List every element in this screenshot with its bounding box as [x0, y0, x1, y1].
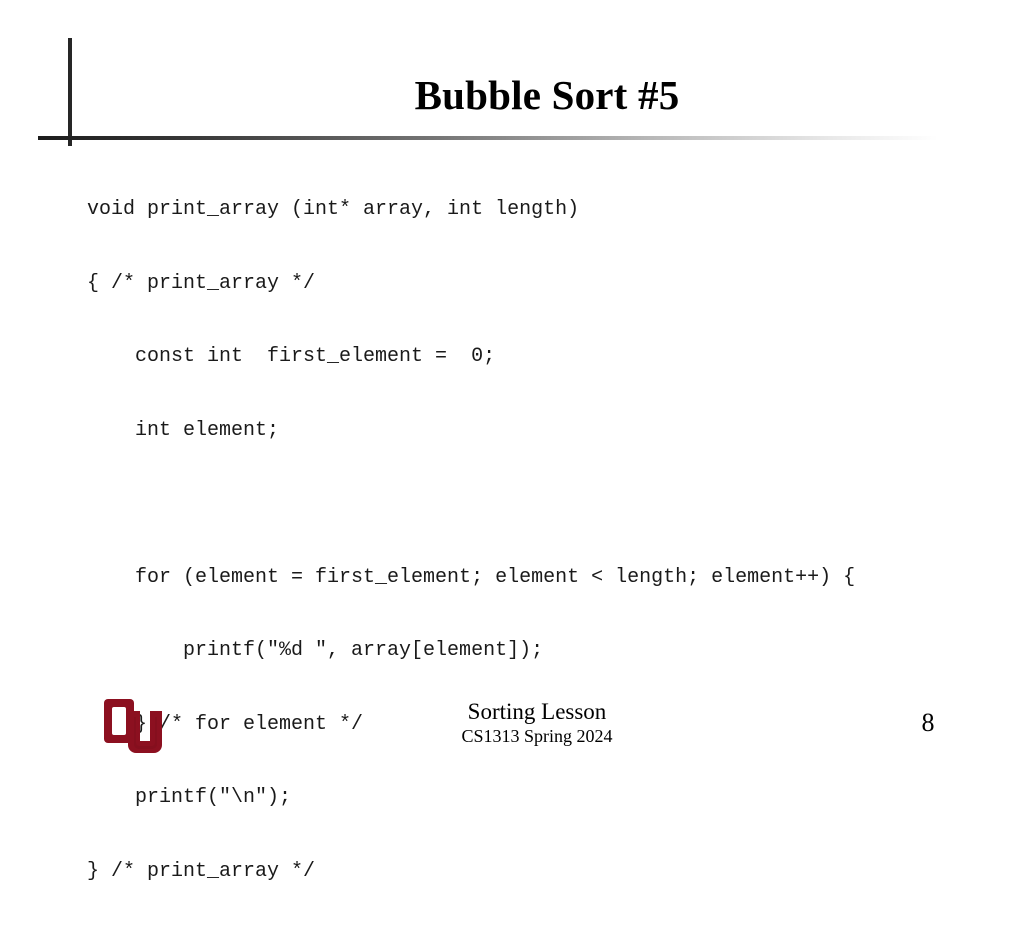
code-line: printf("%d ", array[element]);	[87, 639, 544, 662]
code-line: { /* print_array */	[87, 271, 316, 295]
code-line: int element;	[87, 418, 280, 442]
page-title: Bubble Sort #5	[414, 72, 680, 118]
footer-course-term: CS1313 Spring 2024	[461, 726, 613, 746]
page-number: 8	[921, 708, 935, 737]
footer-lesson-title: Sorting Lesson	[467, 699, 607, 724]
header-horizontal-rule	[38, 136, 938, 140]
code-line: void print_array (int* array, int length…	[87, 198, 580, 221]
code-line: } /* print_array */	[87, 859, 316, 883]
code-line: for (element = first_element; element < …	[87, 565, 856, 589]
slide: Bubble Sort #5 void print_array (int* ar…	[0, 0, 1024, 883]
code-block: void print_array (int* array, int length…	[87, 149, 987, 933]
code-line: printf("\n");	[87, 786, 292, 809]
ou-logo-icon	[104, 697, 168, 755]
footer: Sorting Lesson CS1313 Spring 2024	[312, 699, 762, 747]
code-line: const int first_element = 0;	[87, 345, 496, 368]
header-vertical-rule	[68, 38, 72, 146]
